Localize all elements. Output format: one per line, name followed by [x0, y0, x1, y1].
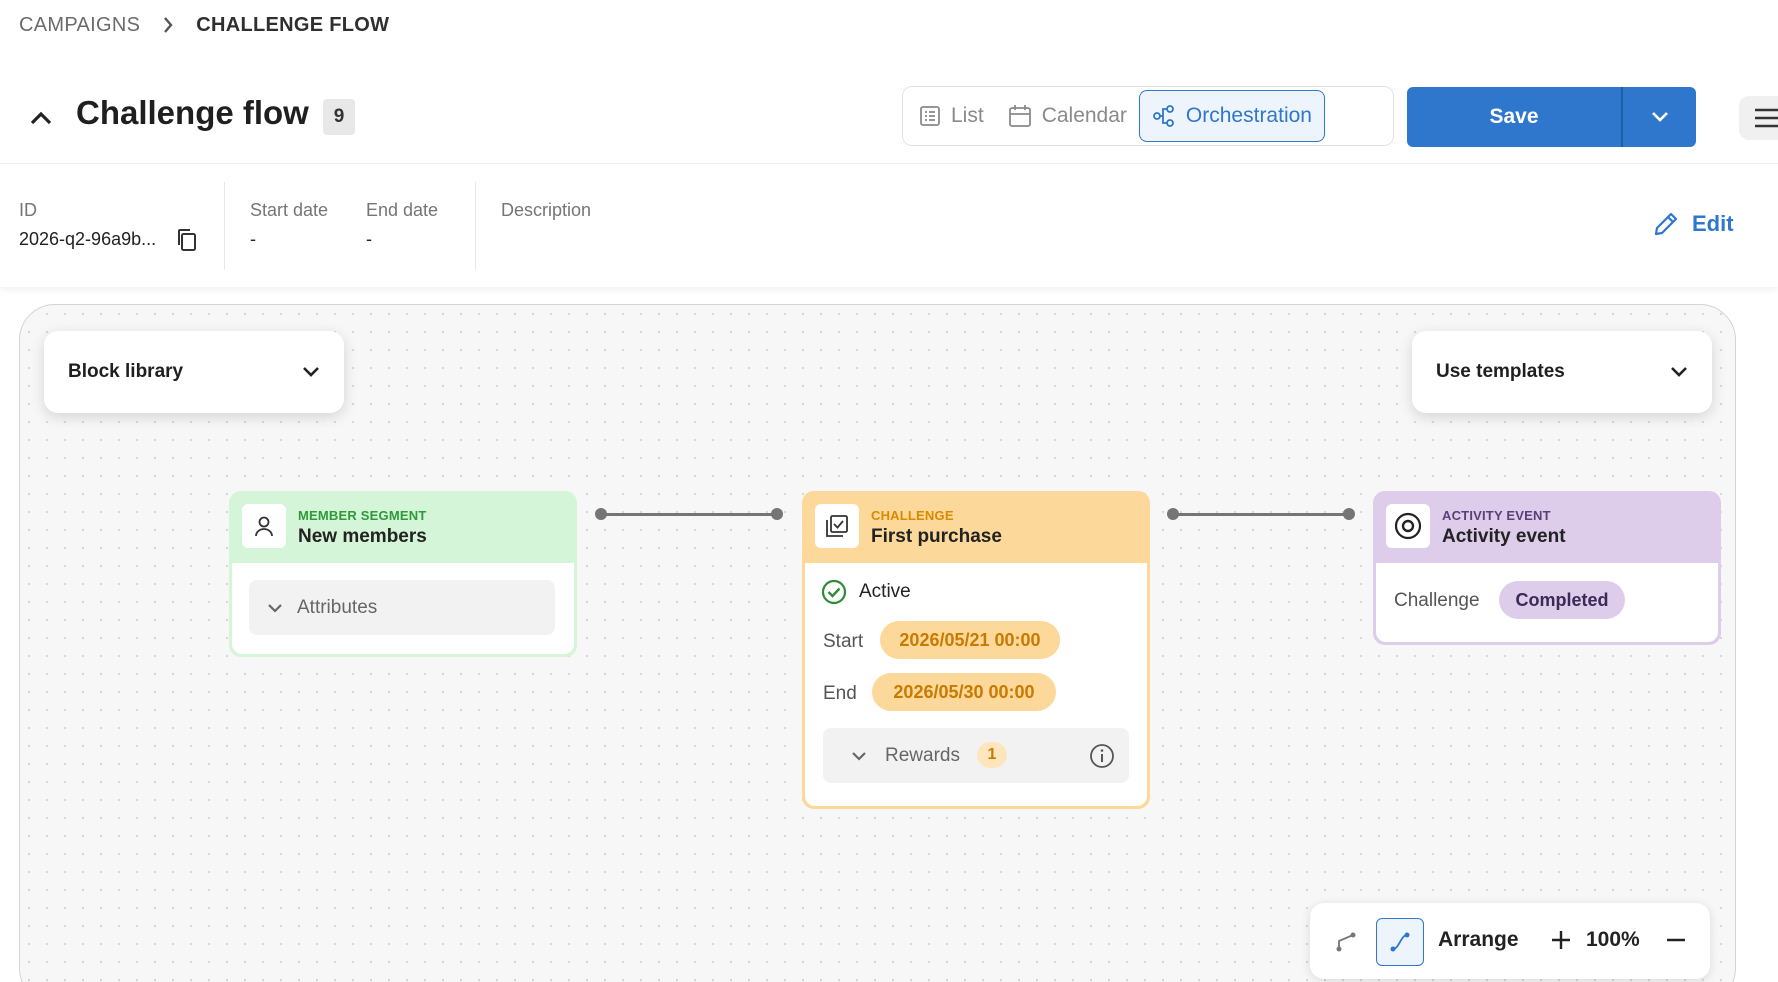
connector-handle[interactable] — [1343, 508, 1355, 520]
info-divider — [224, 182, 225, 270]
copy-icon[interactable] — [176, 228, 198, 257]
node-body: Attributes — [232, 563, 574, 654]
campaign-info-bar: ID 2026-q2-96a9b... Start date - End dat… — [0, 163, 1778, 287]
connector-handle[interactable] — [771, 508, 783, 520]
person-icon — [242, 504, 286, 548]
chevron-down-icon — [268, 603, 282, 613]
view-calendar-button[interactable]: Calendar — [996, 90, 1139, 142]
curved-edge-button[interactable] — [1376, 918, 1424, 966]
checklist-icon — [815, 504, 859, 548]
straight-edge-button[interactable] — [1322, 918, 1370, 966]
minus-icon — [1667, 938, 1685, 942]
description-label: Description — [501, 200, 592, 220]
node-header: CHALLENGE First purchase — [805, 494, 1147, 563]
orchestration-icon — [1153, 105, 1174, 127]
zoom-out-button[interactable] — [1665, 929, 1687, 956]
arrange-button[interactable]: Arrange — [1438, 928, 1519, 952]
target-icon — [1386, 504, 1430, 548]
view-orchestration-label: Orchestration — [1185, 104, 1312, 127]
view-list-button[interactable]: List — [907, 90, 996, 142]
calendar-icon — [1008, 105, 1031, 127]
end-date-label: End date — [366, 200, 439, 220]
breadcrumb: CAMPAIGNS CHALLENGE FLOW — [19, 12, 389, 38]
node-header: MEMBER SEGMENT New members — [232, 494, 574, 563]
collapse-button[interactable] — [28, 105, 54, 131]
node-type: ACTIVITY EVENT — [1442, 508, 1551, 523]
rewards-toggle[interactable]: Rewards 1 — [823, 728, 1129, 783]
breadcrumb-current: CHALLENGE FLOW — [196, 13, 390, 36]
start-label: Start — [823, 631, 864, 652]
use-templates-dropdown[interactable]: Use templates — [1412, 331, 1712, 413]
pencil-icon — [1654, 212, 1678, 236]
node-name: New members — [298, 526, 427, 547]
challenge-node[interactable]: CHALLENGE First purchase Active Start 20… — [802, 491, 1150, 809]
list-icon — [920, 106, 940, 126]
edit-label: Edit — [1692, 211, 1734, 236]
attributes-label: Attributes — [297, 596, 378, 618]
connector-line — [601, 513, 777, 516]
menu-button[interactable] — [1739, 96, 1778, 140]
start-date-pill: 2026/05/21 00:00 — [880, 621, 1060, 659]
block-library-label: Block library — [68, 361, 184, 382]
chevron-right-icon — [162, 16, 174, 34]
chevron-down-icon — [303, 367, 319, 377]
plus-icon — [1552, 931, 1570, 949]
chevron-down-icon — [1671, 367, 1687, 377]
connector-handle[interactable] — [1167, 508, 1179, 520]
view-list-label: List — [951, 104, 984, 127]
attributes-toggle[interactable]: Attributes — [249, 580, 555, 635]
page-header: Challenge flow 9 List Calendar Orchestra… — [0, 60, 1778, 162]
node-name: First purchase — [871, 526, 1002, 547]
rewards-count-badge: 1 — [977, 742, 1007, 768]
connector-handle[interactable] — [595, 508, 607, 520]
status-row: Active — [821, 579, 911, 605]
zoom-in-button[interactable] — [1550, 929, 1572, 956]
canvas-toolbar: Arrange 100% — [1310, 903, 1710, 979]
activity-event-node[interactable]: ACTIVITY EVENT Activity event Challenge … — [1373, 491, 1721, 645]
node-header: ACTIVITY EVENT Activity event — [1376, 494, 1718, 563]
view-orchestration-button[interactable]: Orchestration — [1138, 90, 1325, 142]
end-date-pill: 2026/05/30 00:00 — [872, 673, 1056, 711]
chevron-up-icon — [30, 111, 52, 125]
status-label: Active — [859, 581, 911, 602]
save-button-group: Save — [1407, 87, 1696, 147]
node-type: MEMBER SEGMENT — [298, 508, 427, 523]
chevron-down-icon — [852, 752, 866, 761]
start-date-value: - — [250, 229, 256, 249]
start-date-label: Start date — [250, 200, 329, 220]
node-name: Activity event — [1442, 526, 1566, 547]
chevron-down-icon — [1651, 112, 1668, 122]
node-body: Challenge Completed — [1376, 563, 1718, 642]
connector-line — [1173, 513, 1349, 516]
use-templates-label: Use templates — [1436, 361, 1565, 382]
page-title: Challenge flow — [76, 94, 309, 131]
challenge-field-label: Challenge — [1394, 590, 1480, 611]
info-icon[interactable] — [1089, 743, 1115, 769]
rewards-label: Rewards — [885, 745, 960, 766]
hamburger-icon — [1755, 108, 1778, 128]
end-date-value: - — [366, 229, 372, 249]
edge-curved-icon — [1390, 932, 1410, 952]
edit-button[interactable]: Edit — [1652, 210, 1734, 238]
block-library-dropdown[interactable]: Block library — [44, 331, 344, 413]
zoom-level: 100% — [1586, 928, 1640, 951]
breadcrumb-campaigns-link[interactable]: CAMPAIGNS — [19, 14, 140, 37]
node-body: Active Start 2026/05/21 00:00 End 2026/0… — [805, 563, 1147, 806]
id-value: 2026-q2-96a9b... — [19, 229, 157, 249]
save-button[interactable]: Save — [1407, 87, 1621, 147]
orchestration-canvas[interactable]: Block library Use templates MEMBER SEGME… — [19, 304, 1736, 982]
save-options-button[interactable] — [1623, 87, 1696, 147]
check-circle-icon — [821, 579, 847, 605]
view-calendar-label: Calendar — [1041, 104, 1127, 127]
member-segment-node[interactable]: MEMBER SEGMENT New members Attributes — [229, 491, 577, 657]
edge-straight-icon — [1336, 932, 1356, 952]
end-label: End — [823, 683, 857, 704]
node-type: CHALLENGE — [871, 508, 954, 523]
info-divider — [475, 182, 476, 270]
id-label: ID — [19, 200, 37, 220]
count-badge: 9 — [323, 99, 355, 135]
completed-pill: Completed — [1499, 581, 1625, 619]
view-switcher: List Calendar Orchestration — [902, 86, 1394, 146]
